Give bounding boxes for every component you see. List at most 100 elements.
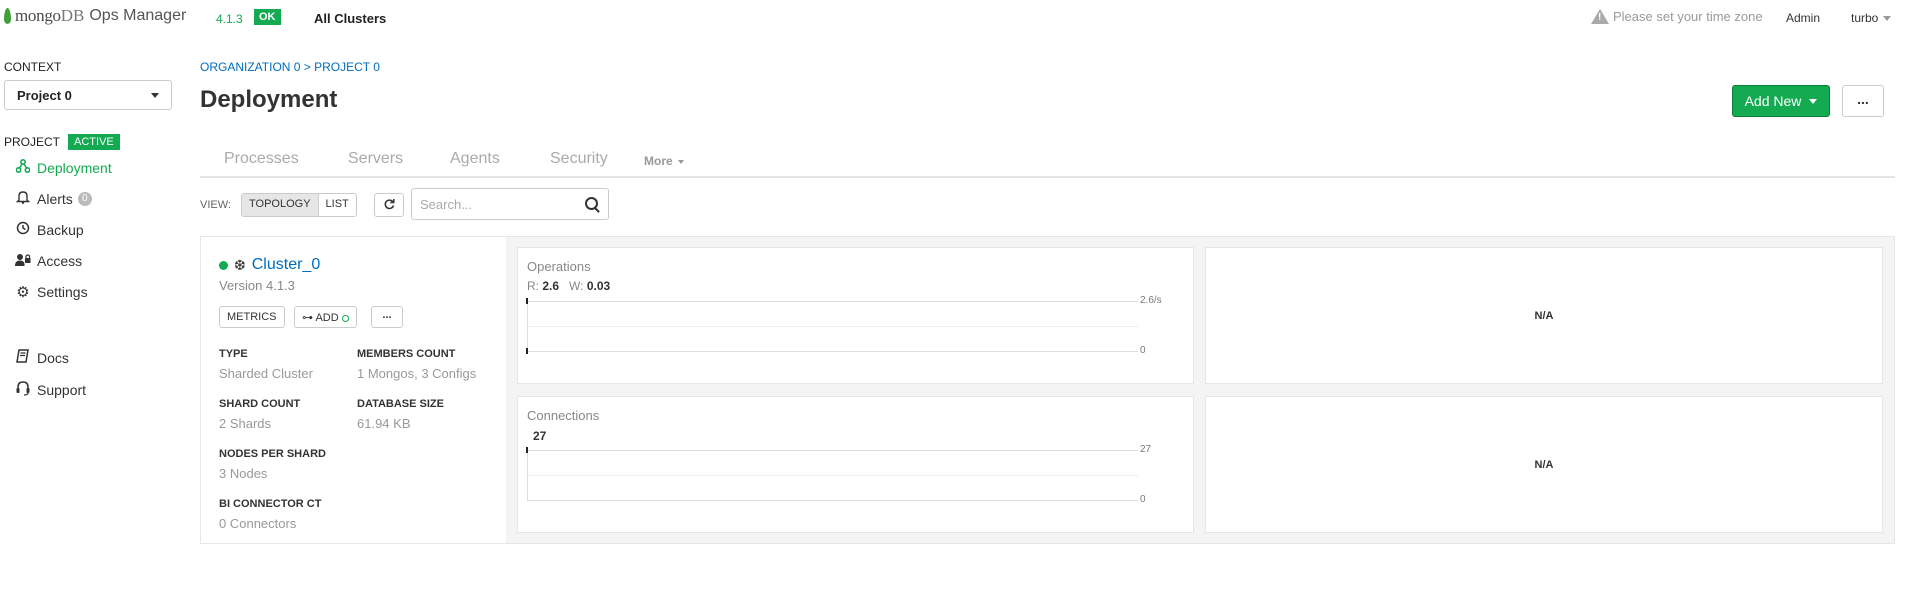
warning-icon: ! [1591,9,1609,24]
sidebar-item-access[interactable]: Access [14,252,82,269]
project-status-badge: ACTIVE [68,134,120,150]
gear-icon: ⚙ [16,284,30,301]
mongodb-logo[interactable]: mongo DB Ops Manager [4,6,186,26]
refresh-icon [383,197,395,212]
cluster-status-dot [219,260,228,270]
chart-mid-line [527,326,1138,327]
chart-min-label: 0 [1140,494,1146,505]
chart-y-axis [527,450,528,501]
sidebar-item-label: Access [37,252,83,269]
connections-panel[interactable]: Connections 27 27 0 [517,396,1194,533]
user-lock-icon [14,252,32,269]
timezone-warning-text: Please set your time zone [1613,9,1763,24]
refresh-button[interactable] [374,193,404,217]
chart-min-line [527,500,1138,501]
metric-panel-na-1[interactable]: N/A [1205,247,1883,384]
view-topology-button[interactable]: TOPOLOGY [242,194,319,216]
read-value: 2.6 [542,279,560,293]
chart-point [526,298,528,304]
status-badge: OK [254,9,281,25]
tab-processes[interactable]: Processes [224,150,299,168]
more-options-button[interactable]: ... [1842,85,1884,117]
sidebar-item-settings[interactable]: ⚙ Settings [14,283,88,301]
read-label: R: [527,279,539,293]
tab-more[interactable]: More [644,154,684,168]
tab-bar: Processes Servers Agents Security More [200,146,1895,178]
breadcrumb[interactable]: ORGANIZATION 0 > PROJECT 0 [200,60,380,74]
project-label: PROJECT ACTIVE [4,134,120,150]
sidebar-item-docs[interactable]: Docs [14,349,69,366]
type-label: TYPE [219,348,248,360]
metric-panel-na-2[interactable]: N/A [1205,396,1883,533]
tab-more-label: More [644,154,673,168]
nodes-per-shard-label: NODES PER SHARD [219,448,326,460]
sidebar-item-deployment[interactable]: Deployment [14,158,112,176]
leaf-icon [4,8,11,24]
context-label: CONTEXT [4,60,62,74]
all-clusters-link[interactable]: All Clusters [314,11,386,26]
connections-title: Connections [527,408,600,423]
sidebar-item-backup[interactable]: Backup [14,221,84,238]
tab-agents[interactable]: Agents [450,150,500,168]
clock-icon [14,221,32,238]
headset-icon [14,380,32,399]
context-select[interactable]: Project 0 [4,80,172,110]
chart-y-axis [527,301,528,352]
chart-mid-line [527,475,1138,476]
tab-servers[interactable]: Servers [348,150,403,168]
view-label: VIEW: [200,199,231,211]
cluster-more-button[interactable]: ... [371,306,403,328]
chart-max-line [527,301,1138,302]
deployment-icon [14,158,32,176]
chart-point [526,348,528,354]
database-size-value: 61.94 KB [357,416,411,431]
shard-count-label: SHARD COUNT [219,398,301,410]
add-new-label: Add New [1744,93,1802,109]
cluster-version: Version 4.1.3 [219,278,295,293]
alerts-count-badge: 0 [77,191,92,206]
add-button-label: ADD [315,312,339,324]
sidebar-item-label: Deployment [37,159,112,176]
write-value: 0.03 [586,279,611,293]
members-count-label: MEMBERS COUNT [357,348,456,360]
chart-min-label: 0 [1140,345,1146,356]
chevron-down-icon [1883,16,1892,22]
book-icon [14,349,32,366]
na-text: N/A [1534,459,1554,471]
operations-panel[interactable]: Operations R: 2.6 W: 0.03 2.6/s 0 [517,247,1194,384]
shard-count-value: 2 Shards [219,416,272,431]
add-new-button[interactable]: Add New [1732,85,1830,117]
metrics-button[interactable]: METRICS [219,306,285,328]
sharded-cluster-icon: ❆ [234,256,246,273]
chart-max-line [527,450,1138,451]
tab-security[interactable]: Security [550,150,608,168]
view-list-button[interactable]: LIST [319,194,356,216]
bell-icon [14,190,32,207]
add-button[interactable]: ⊶ ADD [294,306,357,328]
logo-text-mongo: mongo [15,6,61,25]
timezone-warning[interactable]: ! Please set your time zone [1591,9,1763,24]
search-icon[interactable] [585,197,598,210]
chevron-down-icon [1809,98,1818,104]
cluster-header: ❆ Cluster_0 [219,256,320,274]
project-label-text: PROJECT [4,135,61,149]
cluster-name-link[interactable]: Cluster_0 [252,256,320,274]
sidebar-item-alerts[interactable]: Alerts 0 [14,190,92,207]
chart-point [526,447,528,453]
admin-link[interactable]: Admin [1786,11,1820,25]
operations-title: Operations [527,259,591,274]
user-menu[interactable]: turbo [1851,11,1892,25]
operations-stats: R: 2.6 W: 0.03 [527,279,610,293]
sidebar-item-label: Alerts [37,190,73,207]
search-input[interactable]: Search... [411,188,609,220]
chart-max-label: 27 [1140,444,1152,455]
sidebar-item-label: Settings [37,284,88,300]
logo-text-db: DB [60,6,85,25]
chart-min-line [527,351,1138,352]
sidebar-item-support[interactable]: Support [14,380,86,399]
bi-connector-label: BI CONNECTOR CT [219,498,322,510]
view-toggle: TOPOLOGY LIST [241,193,357,217]
type-value: Sharded Cluster [219,366,313,381]
sidebar-item-label: Docs [37,349,69,366]
sidebar-item-label: Backup [37,221,84,238]
